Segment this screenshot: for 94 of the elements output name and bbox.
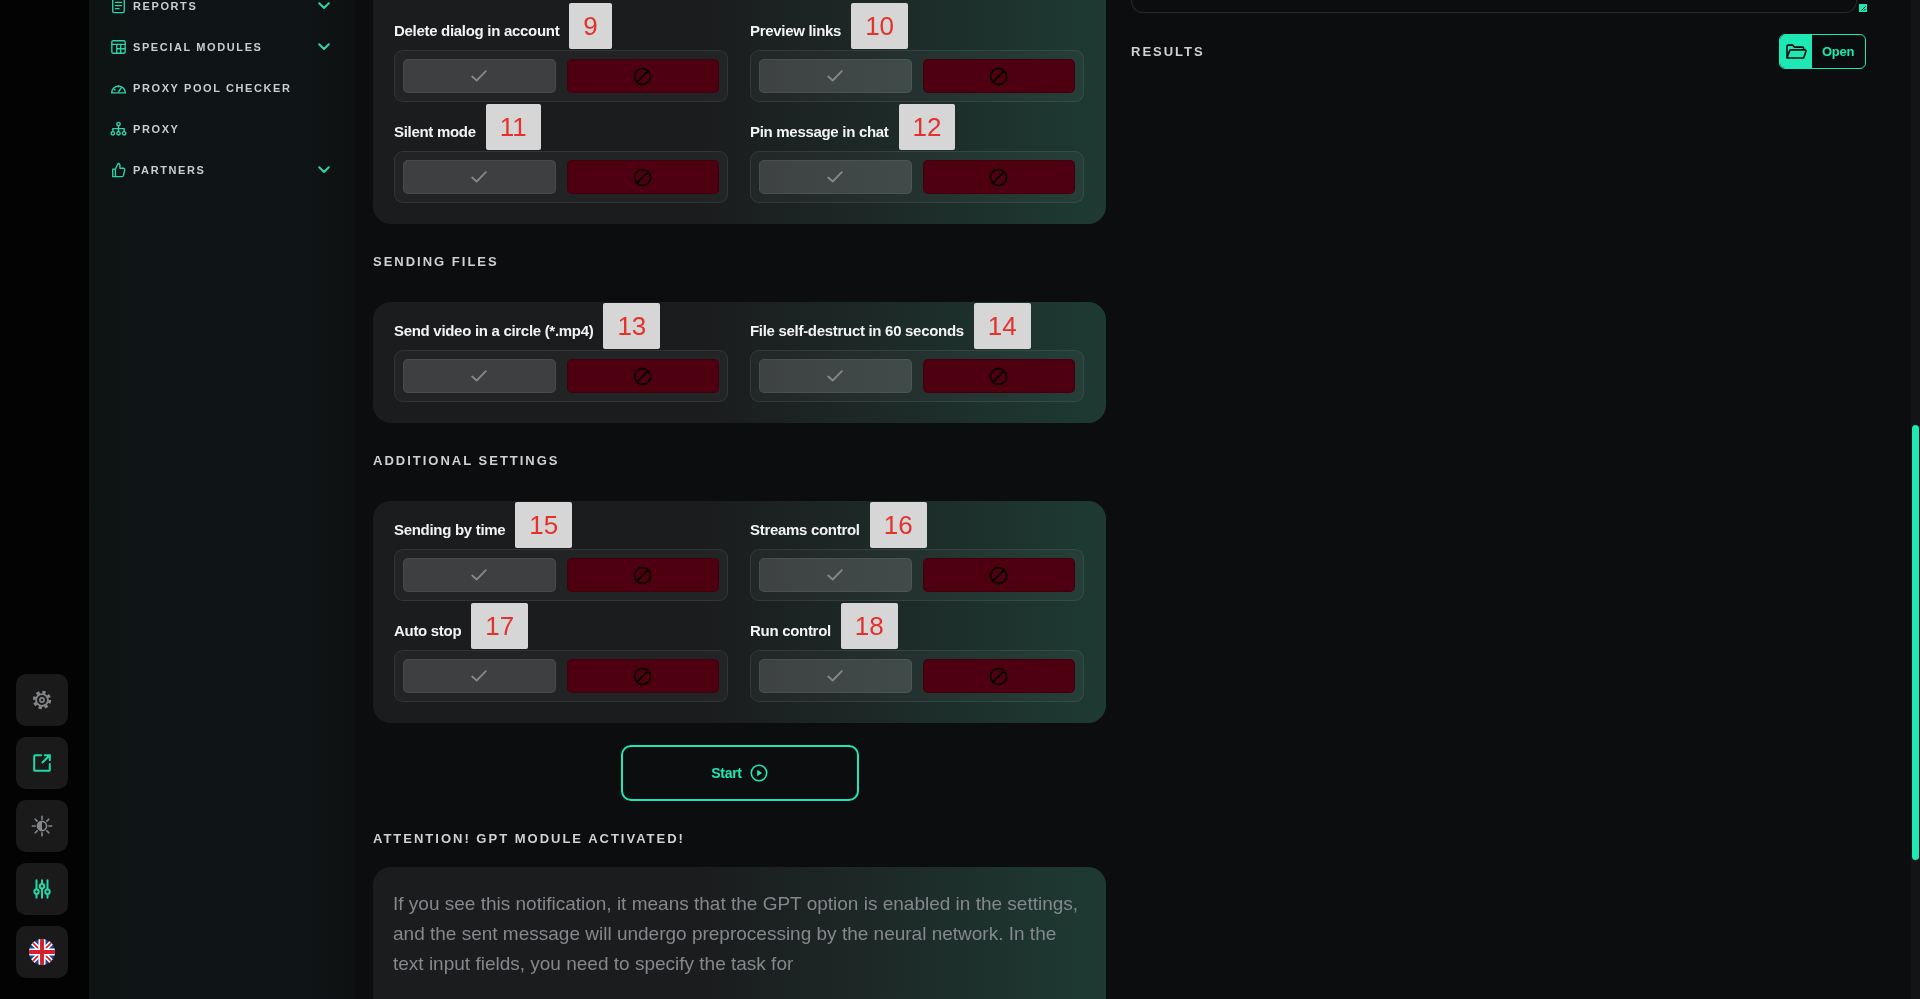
document-icon bbox=[110, 0, 127, 14]
sidebar-item[interactable]: SPECIAL MODULES bbox=[89, 26, 355, 67]
annotation-number: 13 bbox=[603, 303, 661, 349]
option-label: Pin message in chat bbox=[750, 122, 889, 140]
thumbs-up-icon bbox=[110, 161, 127, 178]
disable-button[interactable] bbox=[922, 558, 1075, 592]
disable-button[interactable] bbox=[566, 59, 719, 93]
prohibited-icon bbox=[989, 366, 1009, 386]
prohibited-icon bbox=[633, 366, 653, 386]
prohibited-icon bbox=[989, 66, 1009, 86]
prohibited-icon bbox=[989, 565, 1009, 585]
enable-button[interactable] bbox=[403, 558, 556, 592]
check-icon bbox=[827, 569, 844, 581]
annotation-number: 16 bbox=[869, 502, 927, 548]
option-label: Delete dialog in account bbox=[394, 21, 560, 39]
chevron-down-icon bbox=[318, 42, 330, 51]
section-heading: SENDING FILES bbox=[373, 254, 500, 270]
text-area-field[interactable] bbox=[1131, 0, 1857, 13]
sidebar-item[interactable]: PARTNERS bbox=[89, 149, 355, 190]
language-button[interactable] bbox=[16, 926, 68, 978]
sidebar-item[interactable]: PROXY POOL CHECKER bbox=[89, 67, 355, 108]
annotation-number: 12 bbox=[898, 104, 956, 150]
play-circle-icon bbox=[749, 764, 768, 782]
annotation-number: 11 bbox=[485, 104, 541, 150]
annotation-number: 17 bbox=[471, 603, 529, 649]
annotation-number: 9 bbox=[569, 3, 612, 49]
annotation-number: 15 bbox=[515, 502, 573, 548]
disable-button[interactable] bbox=[566, 558, 719, 592]
enable-button[interactable] bbox=[403, 659, 556, 693]
option-label: Run control bbox=[750, 621, 831, 639]
check-icon bbox=[827, 171, 844, 183]
prohibited-icon bbox=[633, 167, 653, 187]
disable-button[interactable] bbox=[922, 59, 1075, 93]
prohibited-icon bbox=[633, 565, 653, 585]
flag-icon bbox=[29, 939, 55, 965]
resize-handle-icon bbox=[1859, 4, 1867, 12]
check-icon bbox=[471, 370, 488, 382]
disable-button[interactable] bbox=[566, 359, 719, 393]
sliders-icon bbox=[31, 878, 53, 900]
annotation-number: 14 bbox=[973, 303, 1031, 349]
enable-button[interactable] bbox=[759, 359, 912, 393]
check-icon bbox=[471, 670, 488, 682]
option-label: Silent mode bbox=[394, 122, 476, 140]
enable-button[interactable] bbox=[759, 558, 912, 592]
option-label: Preview links bbox=[750, 21, 842, 39]
check-icon bbox=[471, 70, 488, 82]
option-label: Send video in a circle (*.mp4) bbox=[394, 321, 594, 339]
external-link-button[interactable] bbox=[16, 737, 68, 789]
prohibited-icon bbox=[989, 666, 1009, 686]
external-link-icon bbox=[31, 752, 53, 774]
sliders-button[interactable] bbox=[16, 863, 68, 915]
chevron-down-icon bbox=[318, 165, 330, 174]
results-heading: RESULTS bbox=[1131, 44, 1205, 59]
option-label: Sending by time bbox=[394, 520, 506, 538]
check-icon bbox=[471, 171, 488, 183]
section-heading: ADDITIONAL SETTINGS bbox=[373, 453, 561, 469]
prohibited-icon bbox=[989, 167, 1009, 187]
disable-button[interactable] bbox=[566, 160, 719, 194]
check-icon bbox=[827, 70, 844, 82]
enable-button[interactable] bbox=[403, 59, 556, 93]
sidebar-item[interactable]: REPORTS bbox=[89, 0, 355, 26]
enable-button[interactable] bbox=[759, 659, 912, 693]
hierarchy-icon bbox=[110, 120, 127, 137]
disable-button[interactable] bbox=[922, 659, 1075, 693]
check-icon bbox=[471, 569, 488, 581]
enable-button[interactable] bbox=[759, 59, 912, 93]
folder-icon bbox=[1780, 35, 1812, 68]
theme-button[interactable] bbox=[16, 800, 68, 852]
annotation-number: 18 bbox=[840, 603, 898, 649]
chevron-down-icon bbox=[318, 1, 330, 10]
option-label: Streams control bbox=[750, 520, 860, 538]
settings-icon bbox=[31, 689, 53, 711]
disable-button[interactable] bbox=[922, 359, 1075, 393]
annotation-number: 10 bbox=[851, 3, 909, 49]
settings-button[interactable] bbox=[16, 674, 68, 726]
sun-icon bbox=[31, 815, 53, 837]
disable-button[interactable] bbox=[922, 160, 1075, 194]
enable-button[interactable] bbox=[403, 359, 556, 393]
sidebar-item[interactable]: PROXY bbox=[89, 108, 355, 149]
scrollbar-thumb[interactable] bbox=[1912, 425, 1919, 860]
notice-heading: ATTENTION! GPT MODULE ACTIVATED! bbox=[373, 831, 686, 847]
enable-button[interactable] bbox=[403, 160, 556, 194]
notice-text: If you see this notification, it means that the GPT option is enabled in the settings, and the sent message will undergo preprocessing by the neural network. In the text input fields, you need to specify the task for bbox=[393, 892, 1080, 976]
prohibited-icon bbox=[633, 66, 653, 86]
check-icon bbox=[827, 370, 844, 382]
start-button[interactable]: Start bbox=[620, 745, 859, 801]
option-label: File self-destruct in 60 seconds bbox=[750, 321, 964, 339]
option-label: Auto stop bbox=[394, 621, 462, 639]
prohibited-icon bbox=[633, 666, 653, 686]
disable-button[interactable] bbox=[566, 659, 719, 693]
enable-button[interactable] bbox=[759, 160, 912, 194]
table-icon bbox=[110, 38, 127, 55]
check-icon bbox=[827, 670, 844, 682]
open-button[interactable]: Open bbox=[1779, 34, 1866, 69]
